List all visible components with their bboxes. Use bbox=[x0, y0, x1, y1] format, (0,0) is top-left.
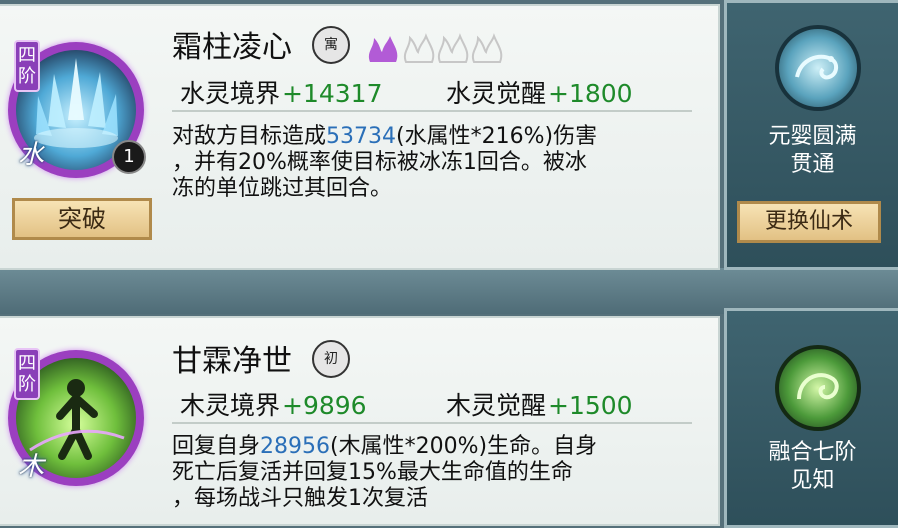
desc-line-3: ，每场战斗只触发1次复活 bbox=[172, 486, 428, 511]
realm-value: +14317 bbox=[282, 79, 383, 108]
flame-icon-filled bbox=[368, 36, 398, 62]
divider bbox=[172, 110, 692, 112]
desc-line-2: ，并有20%概率使目标被冰冻1回合。被冰 bbox=[172, 150, 587, 175]
swap-skill-button[interactable]: 更换仙术 bbox=[737, 201, 881, 243]
heal-number: 28956 bbox=[260, 434, 331, 459]
desc-line-3: 冻的单位跳过其回合。 bbox=[172, 176, 393, 201]
breakthrough-button[interactable]: 突破 bbox=[12, 198, 152, 240]
desc-line-1: 对敌方目标造成53734(水属性*216%)伤害 bbox=[172, 124, 598, 149]
realm-stat: 木灵境界+9896 bbox=[180, 391, 367, 420]
element-char: 水 bbox=[18, 140, 45, 170]
tier-badge: 四阶 bbox=[14, 348, 40, 400]
skill-name: 霜柱凌心 bbox=[172, 30, 292, 65]
tier-badge: 四阶 bbox=[14, 40, 40, 92]
divider bbox=[172, 422, 692, 424]
awaken-stat: 木灵觉醒+1500 bbox=[446, 391, 633, 420]
awaken-stat: 水灵觉醒+1800 bbox=[446, 79, 633, 108]
skill-name: 甘霖净世 bbox=[172, 344, 292, 379]
element-char: 木 bbox=[18, 452, 45, 482]
dragon-emblem-icon[interactable] bbox=[775, 25, 861, 111]
dragon-emblem-green-icon[interactable] bbox=[775, 345, 861, 431]
flame-icon-empty bbox=[403, 33, 503, 63]
realm-value: +9896 bbox=[282, 391, 367, 420]
damage-number: 53734 bbox=[326, 124, 397, 149]
desc-line-1: 回复自身28956(木属性*200%)生命。自身 bbox=[172, 434, 598, 459]
rank-seal-icon: 寓 bbox=[312, 26, 350, 64]
side-panel-1: 元婴圆满 贯通 更换仙术 bbox=[724, 0, 898, 270]
skill-description: 对敌方目标造成53734(水属性*216%)伤害 ，并有20%概率使目标被冰冻1… bbox=[172, 124, 692, 202]
side-panel-2: 融合七阶 见知 bbox=[724, 308, 898, 528]
flame-rating-icons bbox=[368, 33, 503, 63]
cultivation-status: 元婴圆满 贯通 bbox=[768, 124, 857, 177]
skill-description: 回复自身28956(木属性*200%)生命。自身 死亡后复活并回复15%最大生命… bbox=[172, 434, 692, 512]
count-badge: 1 bbox=[112, 140, 146, 174]
awaken-value: +1500 bbox=[548, 391, 633, 420]
desc-line-2: 死亡后复活并回复15%最大生命值的生命 bbox=[172, 460, 573, 485]
fusion-status: 融合七阶 见知 bbox=[768, 440, 857, 493]
realm-stat: 水灵境界+14317 bbox=[180, 79, 383, 108]
rank-seal-icon: 初 bbox=[312, 340, 350, 378]
awaken-value: +1800 bbox=[548, 79, 633, 108]
